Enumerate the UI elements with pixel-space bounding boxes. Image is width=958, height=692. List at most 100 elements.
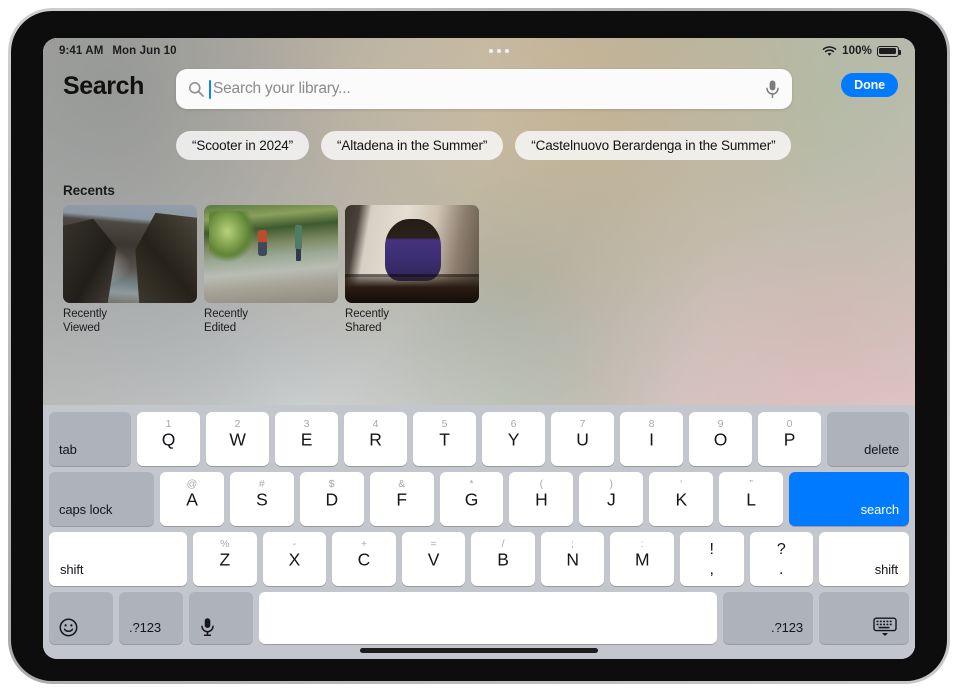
status-bar-right: 100% — [822, 45, 902, 57]
key-tab[interactable]: tab — [49, 412, 131, 466]
key-alt-label: 3 — [303, 418, 310, 430]
girl-playing-chess-photo[interactable] — [345, 205, 479, 303]
key-label: S — [256, 489, 268, 510]
key-alt-label: ‘ — [680, 478, 683, 490]
key-h[interactable]: ( H — [509, 472, 574, 526]
key-label: , — [709, 561, 714, 578]
key-alt-label: ) — [609, 478, 614, 490]
page-title: Search — [63, 72, 144, 100]
key-alt-label: 0 — [786, 418, 793, 430]
key-label: J — [607, 489, 616, 510]
suggestion-chip[interactable]: “Altadena in the Summer” — [321, 131, 504, 160]
key-alt-label: - — [292, 538, 297, 550]
ipad-device-frame: 9:41 AM Mon Jun 10 100% Search Search yo… — [8, 8, 950, 684]
key-label: . — [779, 561, 784, 578]
key-exclamation-comma[interactable]: ! , — [679, 532, 744, 586]
key-f[interactable]: & F — [369, 472, 434, 526]
creek-hikers-photo[interactable] — [204, 205, 338, 303]
recent-item-recently-shared[interactable]: Recently Shared — [345, 205, 479, 335]
key-alt-label: : — [640, 538, 644, 550]
battery-percent-label: 100% — [842, 45, 872, 57]
search-input[interactable]: Search your library... — [176, 69, 792, 109]
key-t[interactable]: 5 T — [413, 412, 476, 466]
key-alt-label: * — [469, 478, 474, 490]
key-alt-label: 4 — [372, 418, 379, 430]
search-icon — [189, 82, 204, 97]
key-numbers-left[interactable]: .?123 — [119, 592, 183, 644]
key-alt-label: ( — [539, 478, 544, 490]
microphone-icon[interactable] — [764, 79, 781, 99]
key-m[interactable]: : M — [610, 532, 674, 586]
battery-full-icon — [877, 45, 902, 57]
key-a[interactable]: @ A — [160, 472, 224, 526]
key-label: delete — [864, 442, 899, 457]
key-alt-label: 5 — [441, 418, 448, 430]
key-label: Z — [219, 549, 231, 570]
key-numbers-right[interactable]: .?123 — [723, 592, 813, 644]
key-c[interactable]: + C — [332, 532, 396, 586]
key-question-period[interactable]: ? . — [749, 532, 814, 586]
emoji-smiley-icon — [59, 618, 78, 637]
key-emoji[interactable] — [49, 592, 113, 644]
key-dictation[interactable] — [189, 592, 253, 644]
key-alt-label: / — [501, 538, 505, 550]
key-space[interactable] — [259, 592, 717, 644]
done-button[interactable]: Done — [841, 73, 898, 97]
key-x[interactable]: - X — [262, 532, 327, 586]
key-alt-label: 1 — [165, 418, 172, 430]
key-caps-lock[interactable]: caps lock — [49, 472, 154, 526]
suggestion-chip[interactable]: “Castelnuovo Berardenga in the Summer” — [515, 131, 792, 160]
key-label: caps lock — [59, 502, 113, 517]
key-search[interactable]: search — [789, 472, 910, 526]
key-label: G — [464, 489, 479, 510]
key-d[interactable]: $ D — [299, 472, 364, 526]
key-alt-label: & — [398, 478, 406, 490]
key-label: O — [713, 429, 728, 450]
key-alt-label: = — [430, 538, 437, 550]
key-label: H — [535, 489, 548, 510]
key-o[interactable]: 9 O — [689, 412, 752, 466]
key-e[interactable]: 3 E — [275, 412, 338, 466]
microphone-icon — [201, 618, 214, 636]
home-indicator[interactable] — [360, 648, 598, 653]
recents-heading: Recents — [63, 183, 115, 198]
list-item-label: Recently Shared — [345, 308, 389, 335]
recents-list: Recently Viewed Recently Edited Recently Sh… — [63, 205, 479, 335]
key-r[interactable]: 4 R — [344, 412, 407, 466]
key-j[interactable]: ) J — [579, 472, 644, 526]
key-hide-keyboard[interactable] — [819, 592, 909, 644]
key-label: tab — [59, 442, 77, 457]
key-label: B — [497, 549, 509, 570]
key-label: T — [439, 429, 450, 450]
key-y[interactable]: 6 Y — [482, 412, 545, 466]
key-delete[interactable]: delete — [827, 412, 909, 466]
key-label: shift — [874, 562, 899, 577]
key-label: I — [649, 429, 654, 450]
coastal-cliffs-photo[interactable] — [63, 205, 197, 303]
key-s[interactable]: # S — [229, 472, 294, 526]
key-shift-left[interactable]: shift — [49, 532, 187, 586]
recent-item-recently-edited[interactable]: Recently Edited — [204, 205, 338, 335]
key-label: .?123 — [129, 620, 162, 635]
key-w[interactable]: 2 W — [206, 412, 269, 466]
key-n[interactable]: ; N — [540, 532, 605, 586]
key-label: search — [860, 502, 900, 517]
suggestion-chip[interactable]: “Scooter in 2024” — [176, 131, 310, 160]
key-shift-right[interactable]: shift — [819, 532, 910, 586]
key-u[interactable]: 7 U — [551, 412, 614, 466]
key-label: C — [357, 549, 371, 570]
key-q[interactable]: 1 Q — [137, 412, 200, 466]
key-label: L — [746, 489, 756, 510]
key-z[interactable]: % Z — [193, 532, 257, 586]
key-i[interactable]: 8 I — [620, 412, 683, 466]
recent-item-recently-viewed[interactable]: Recently Viewed — [63, 205, 197, 335]
keyboard-row-2: caps lock @ A # S $ D & F * G (H) J ‘ … — [49, 472, 910, 526]
key-l[interactable]: ” L — [719, 472, 784, 526]
key-k[interactable]: ‘ K — [649, 472, 714, 526]
multitasking-dots-icon[interactable] — [489, 49, 510, 53]
status-date: Mon Jun 10 — [112, 45, 177, 57]
key-g[interactable]: * G — [439, 472, 504, 526]
key-v[interactable]: = V — [401, 532, 466, 586]
key-b[interactable]: / B — [471, 532, 535, 586]
key-p[interactable]: 0 P — [758, 412, 821, 466]
